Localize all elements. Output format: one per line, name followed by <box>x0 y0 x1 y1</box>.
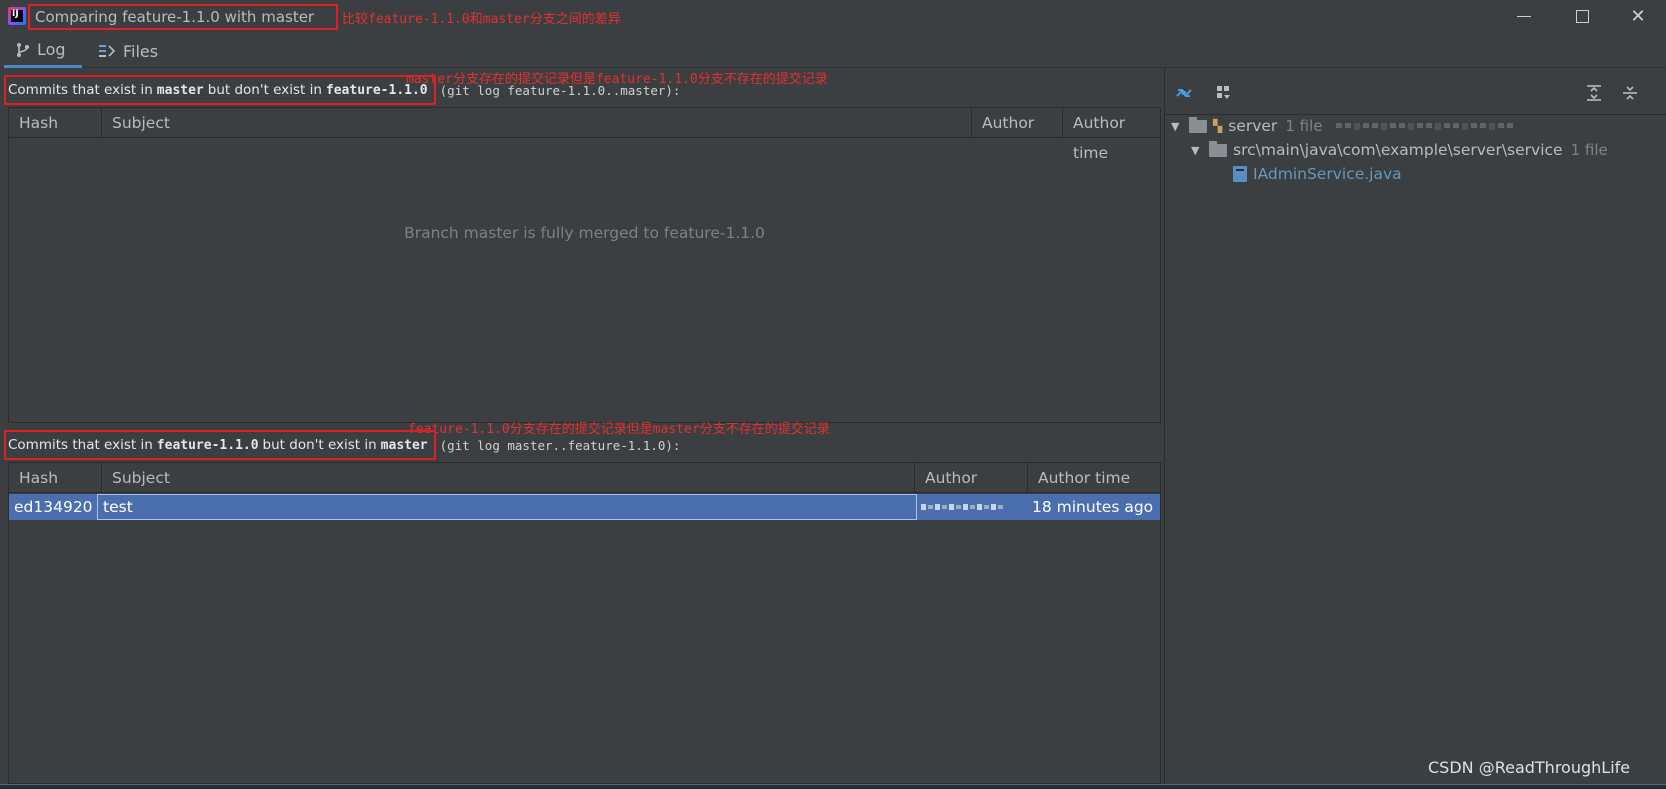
maximize-icon <box>1575 9 1589 23</box>
minimize-icon <box>1517 15 1531 17</box>
redacted-path <box>1336 122 1514 130</box>
bottom-table-header: Hash Subject Author Author time <box>9 463 1160 493</box>
top-table-header: Hash Subject Author Author time <box>9 108 1162 162</box>
bottom-label-middle: but don't exist in <box>262 437 377 453</box>
top-label-branch1: master <box>156 82 204 98</box>
col-hash[interactable]: Hash <box>9 463 102 493</box>
bottom-label-branch2: master <box>380 437 428 453</box>
top-commit-table: Hash Subject Author Author time Branch m… <box>8 107 1161 423</box>
commit-hash: ed134920 <box>14 498 93 516</box>
compare-arrows-icon <box>1176 89 1192 97</box>
title-annotation: 比较feature-1.1.0和master分支之间的差异 <box>342 12 621 27</box>
file-name: IAdminService.java <box>1253 165 1402 183</box>
commit-log-panel: master分支存在的提交记录但是feature-1.1.0分支不存在的提交记录… <box>0 68 1161 784</box>
top-section-highlight: Commits that exist in master but don't e… <box>4 75 436 105</box>
vcs-marker-icon: ▚ <box>1213 119 1223 133</box>
top-section-header: Commits that exist in master but don't e… <box>4 75 680 105</box>
intellij-app-icon: IJ <box>8 7 26 25</box>
watermark: CSDN @ReadThroughLife <box>1428 758 1631 777</box>
col-author[interactable]: Author <box>972 108 1063 138</box>
java-interface-icon <box>1233 166 1247 182</box>
tree-node-file[interactable]: IAdminService.java <box>1233 163 1402 185</box>
col-author[interactable]: Author <box>915 463 1028 493</box>
folder-icon <box>1209 140 1227 157</box>
tree-node-label: src\main\java\com\example\server\service <box>1233 141 1563 159</box>
tree-node-label: server <box>1228 117 1278 135</box>
files-diff-icon <box>99 45 116 57</box>
collapse-all-icon <box>1623 86 1637 100</box>
group-by-icon <box>1217 86 1230 99</box>
group-by-button[interactable] <box>1215 84 1233 102</box>
col-subject[interactable]: Subject <box>102 108 972 138</box>
bottom-label-branch1: feature-1.1.0 <box>156 437 259 453</box>
status-strip <box>0 784 1666 789</box>
top-label-branch2: feature-1.1.0 <box>325 82 428 98</box>
close-icon: ✕ <box>1630 5 1646 27</box>
col-hash[interactable]: Hash <box>9 108 102 138</box>
top-git-command: (git log feature-1.1.0..master): <box>439 82 681 98</box>
top-label-middle: but don't exist in <box>207 82 322 98</box>
table-row[interactable]: ed134920 test 18 minutes ago <box>9 494 1160 520</box>
col-author-time[interactable]: Author time <box>1063 108 1162 162</box>
module-folder-icon <box>1189 116 1207 133</box>
maximize-button[interactable] <box>1554 0 1610 32</box>
expand-all-button[interactable] <box>1585 84 1603 102</box>
changed-files-tree: ▼ ▚ server 1 file ▼ src\main\java\com\ex… <box>1165 114 1666 784</box>
show-diff-button[interactable] <box>1175 84 1193 102</box>
file-count: 1 file <box>1570 141 1608 159</box>
bottom-label-prefix: Commits that exist in <box>8 437 153 453</box>
col-subject[interactable]: Subject <box>102 463 915 493</box>
col-author-time[interactable]: Author time <box>1028 463 1162 493</box>
branch-log-icon <box>17 42 29 57</box>
changed-files-panel: ▼ ▚ server 1 file ▼ src\main\java\com\ex… <box>1164 68 1666 784</box>
expand-all-icon <box>1587 85 1601 101</box>
bottom-section-highlight: Commits that exist in feature-1.1.0 but … <box>4 430 436 460</box>
bottom-section-header: Commits that exist in feature-1.1.0 but … <box>4 430 680 460</box>
tree-node-server[interactable]: ▼ ▚ server 1 file <box>1171 115 1514 137</box>
changes-toolbar <box>1165 68 1666 114</box>
tab-log-label: Log <box>37 40 66 59</box>
close-button[interactable]: ✕ <box>1610 0 1666 32</box>
expand-caret-icon[interactable]: ▼ <box>1191 144 1203 157</box>
tab-files-label: Files <box>123 41 159 61</box>
bottom-git-command: (git log master..feature-1.1.0): <box>439 437 681 453</box>
top-label-prefix: Commits that exist in <box>8 82 153 98</box>
bottom-commit-table: Hash Subject Author Author time ed134920… <box>8 462 1161 784</box>
window-title: Comparing feature-1.1.0 with master <box>28 4 338 30</box>
empty-state-message: Branch master is fully merged to feature… <box>404 224 765 242</box>
commit-subject: test <box>97 494 917 520</box>
tab-files[interactable]: Files <box>86 34 170 68</box>
file-count: 1 file <box>1285 117 1323 135</box>
tree-node-package[interactable]: ▼ src\main\java\com\example\server\servi… <box>1191 139 1608 161</box>
tab-log[interactable]: Log <box>4 34 82 68</box>
title-bar: IJ Comparing feature-1.1.0 with master 比… <box>0 0 1666 34</box>
collapse-all-button[interactable] <box>1621 84 1639 102</box>
expand-caret-icon[interactable]: ▼ <box>1171 120 1183 133</box>
commit-author-time: 18 minutes ago <box>1032 498 1154 516</box>
minimize-button[interactable] <box>1496 0 1552 32</box>
view-tabs: Log Files <box>0 34 1666 68</box>
author-redacted <box>921 500 1003 514</box>
